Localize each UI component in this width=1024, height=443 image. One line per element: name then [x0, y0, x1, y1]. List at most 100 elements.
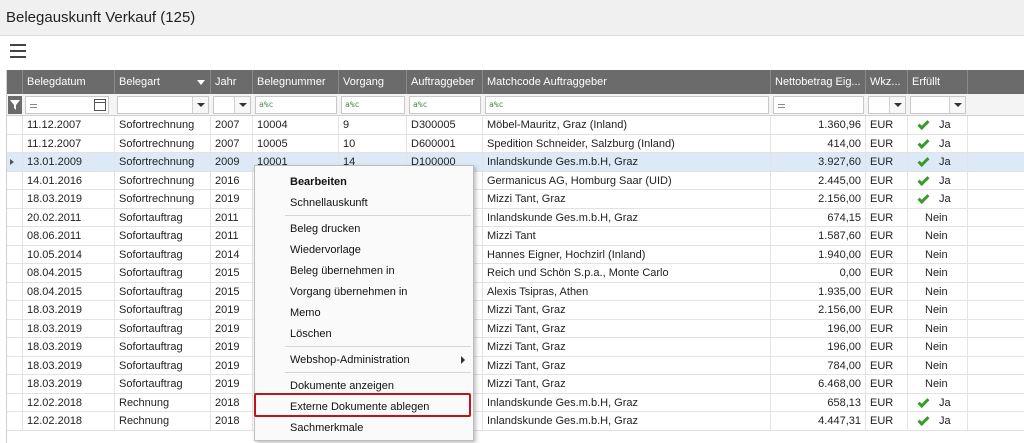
cell-jahr: 2009 [211, 153, 253, 171]
column-header-wkz[interactable]: Wkz... [866, 70, 908, 94]
table-row[interactable]: 08.04.2015 Sofortauftrag 2015 Reich und Sch… [7, 264, 1024, 283]
cell-matchcode: Mizzi Tant, Graz [483, 301, 771, 319]
row-indicator[interactable] [7, 227, 23, 245]
column-header-nettobetrag[interactable]: Nettobetrag Eig... [771, 70, 866, 94]
table-row[interactable]: 18.03.2019 Sofortauftrag 2019 Mizzi Tant, G… [7, 375, 1024, 394]
menu-item-wiedervorlage[interactable]: Wiedervorlage [255, 240, 473, 260]
cell-matchcode: Mizzi Tant, Graz [483, 375, 771, 393]
table-row[interactable]: 20.02.2011 Sofortauftrag 2011 Inlandskunde … [7, 208, 1024, 227]
row-indicator[interactable] [7, 116, 23, 134]
column-header-vorgang[interactable]: Vorgang [339, 70, 407, 94]
row-indicator[interactable] [7, 393, 23, 412]
column-header-erfuellt[interactable]: Erfüllt [908, 70, 968, 94]
cell-belegdatum: 18.03.2019 [23, 301, 115, 319]
filter-belegnummer[interactable]: a%c [255, 96, 337, 114]
cell-belegdatum: 13.01.2009 [23, 153, 115, 171]
column-header-belegdatum[interactable]: Belegdatum [23, 70, 115, 94]
cell-erfuellt: Nein [908, 375, 968, 393]
row-indicator[interactable] [7, 282, 23, 301]
filter-jahr[interactable] [213, 96, 251, 114]
chevron-down-icon[interactable] [192, 97, 208, 113]
table-row[interactable]: 11.12.2007 Sofortrechnung 2007 10005 10 D6000… [7, 134, 1024, 153]
row-indicator[interactable] [7, 412, 23, 430]
cell-belegart: Sofortauftrag [115, 264, 211, 282]
row-indicator[interactable] [7, 208, 23, 227]
table-row[interactable]: 18.03.2019 Sofortauftrag 2019 Mizzi Tant, G… [7, 301, 1024, 320]
row-indicator[interactable] [7, 319, 23, 338]
row-indicator[interactable] [7, 356, 23, 375]
filter-nettobetrag[interactable] [773, 96, 864, 114]
menu-item-beleg-uebernehmen[interactable]: Beleg übernehmen in [255, 261, 473, 281]
menu-item-beleg-drucken[interactable]: Beleg drucken [255, 219, 473, 239]
title-bar: Belegauskunft Verkauf (125) [0, 0, 1024, 36]
cell-matchcode: Reich und Schön S.p.a., Monte Carlo [483, 264, 771, 282]
chevron-down-icon[interactable] [889, 97, 905, 113]
table-row[interactable]: 08.06.2011 Sofortauftrag 2011 Mizzi Tant 1.5… [7, 227, 1024, 246]
erfuellt-label: Nein [925, 359, 948, 372]
column-header-belegnummer[interactable]: Belegnummer [253, 70, 339, 94]
filter-vorgang[interactable]: a%c [341, 96, 405, 114]
table-row[interactable]: 08.04.2015 Sofortauftrag 2015 Alexis Tsipra… [7, 282, 1024, 301]
row-indicator[interactable] [7, 301, 23, 319]
cell-belegnummer: 10005 [253, 134, 339, 153]
cell-nettobetrag: 1.940,00 [771, 245, 866, 264]
table-row[interactable]: 18.03.2019 Sofortauftrag 2019 Mizzi Tant, G… [7, 319, 1024, 338]
table-row[interactable]: 11.12.2007 Sofortrechnung 2007 10004 9 D30000… [7, 116, 1024, 135]
like-operator-icon: a%c [413, 100, 428, 109]
menu-item-bearbeiten[interactable]: Bearbeiten [255, 172, 473, 192]
row-indicator[interactable] [7, 264, 23, 282]
filter-matchcode[interactable]: a%c [485, 96, 769, 114]
filter-belegdatum[interactable] [25, 96, 109, 114]
filter-auftraggeber[interactable]: a%c [409, 96, 481, 114]
table-row[interactable]: 12.02.2018 Rechnung 2018 Inlandskunde Ges.m… [7, 393, 1024, 412]
menu-item-sachmerkmale[interactable]: Sachmerkmale [255, 418, 473, 438]
cell-erfuellt: Nein [908, 264, 968, 282]
row-indicator[interactable] [7, 171, 23, 190]
cell-jahr: 2019 [211, 319, 253, 338]
menu-item-loeschen[interactable]: Löschen [255, 324, 473, 344]
table-row[interactable]: 18.03.2019 Sofortauftrag 2019 Mizzi Tant, G… [7, 338, 1024, 357]
cell-wkz: EUR [866, 134, 908, 153]
table-row[interactable]: 14.01.2016 Sofortrechnung 2016 Germanicus A… [7, 171, 1024, 190]
cell-belegart: Sofortauftrag [115, 282, 211, 301]
erfuellt-label: Nein [925, 304, 948, 316]
chevron-down-icon[interactable] [234, 97, 250, 113]
filter-erfuellt[interactable] [910, 96, 966, 114]
row-indicator[interactable] [7, 338, 23, 356]
cell-jahr: 2007 [211, 134, 253, 153]
filter-wkz[interactable] [868, 96, 906, 114]
filter-belegart[interactable] [117, 96, 209, 114]
table-row[interactable]: 10.05.2014 Sofortauftrag 2014 Hannes Eigner… [7, 245, 1024, 264]
menu-item-schnellauskunft[interactable]: Schnellauskunft [255, 193, 473, 213]
cell-matchcode: Spedition Schneider, Salzburg (Inland) [483, 134, 771, 153]
calendar-icon[interactable] [94, 99, 106, 111]
column-header-jahr[interactable]: Jahr [211, 70, 253, 94]
row-indicator[interactable] [7, 153, 23, 171]
menu-item-memo[interactable]: Memo [255, 303, 473, 323]
cell-belegart: Rechnung [115, 393, 211, 412]
row-indicator[interactable] [7, 245, 23, 264]
chevron-down-icon[interactable] [949, 97, 965, 113]
cell-jahr: 2016 [211, 171, 253, 190]
row-indicator[interactable] [7, 134, 23, 153]
cell-belegdatum: 18.03.2019 [23, 356, 115, 375]
row-indicator[interactable] [7, 375, 23, 393]
row-indicator[interactable] [7, 190, 23, 208]
filter-funnel-icon[interactable] [8, 96, 22, 114]
column-header-matchcode[interactable]: Matchcode Auftraggeber [483, 70, 771, 94]
checkmark-icon [917, 136, 930, 149]
table-row[interactable]: 18.03.2019 Sofortauftrag 2019 Mizzi Tant, G… [7, 356, 1024, 375]
menu-item-dokumente-anzeigen[interactable]: Dokumente anzeigen [255, 376, 473, 396]
erfuellt-label: Nein [925, 267, 948, 279]
menu-item-externe-dokumente-ablegen[interactable]: Externe Dokumente ablegen [255, 397, 473, 417]
cell-belegdatum: 08.06.2011 [23, 227, 115, 245]
column-header-auftraggeber[interactable]: Auftraggeber [407, 70, 483, 94]
table-row[interactable]: 12.02.2018 Rechnung 2018 Inlandskunde Ges.m… [7, 412, 1024, 431]
table-row[interactable]: 18.03.2019 Sofortrechnung 2019 Mizzi Tant, … [7, 190, 1024, 209]
table-row[interactable]: 13.01.2009 Sofortrechnung 2009 10001 14 D1000… [7, 153, 1024, 172]
hamburger-menu-icon[interactable] [10, 44, 26, 58]
menu-item-webshop-administration[interactable]: Webshop-Administration [255, 350, 473, 370]
column-header-belegart[interactable]: Belegart [115, 70, 211, 94]
menu-item-vorgang-uebernehmen[interactable]: Vorgang übernehmen in [255, 282, 473, 302]
cell-matchcode: Alexis Tsipras, Athen [483, 282, 771, 301]
